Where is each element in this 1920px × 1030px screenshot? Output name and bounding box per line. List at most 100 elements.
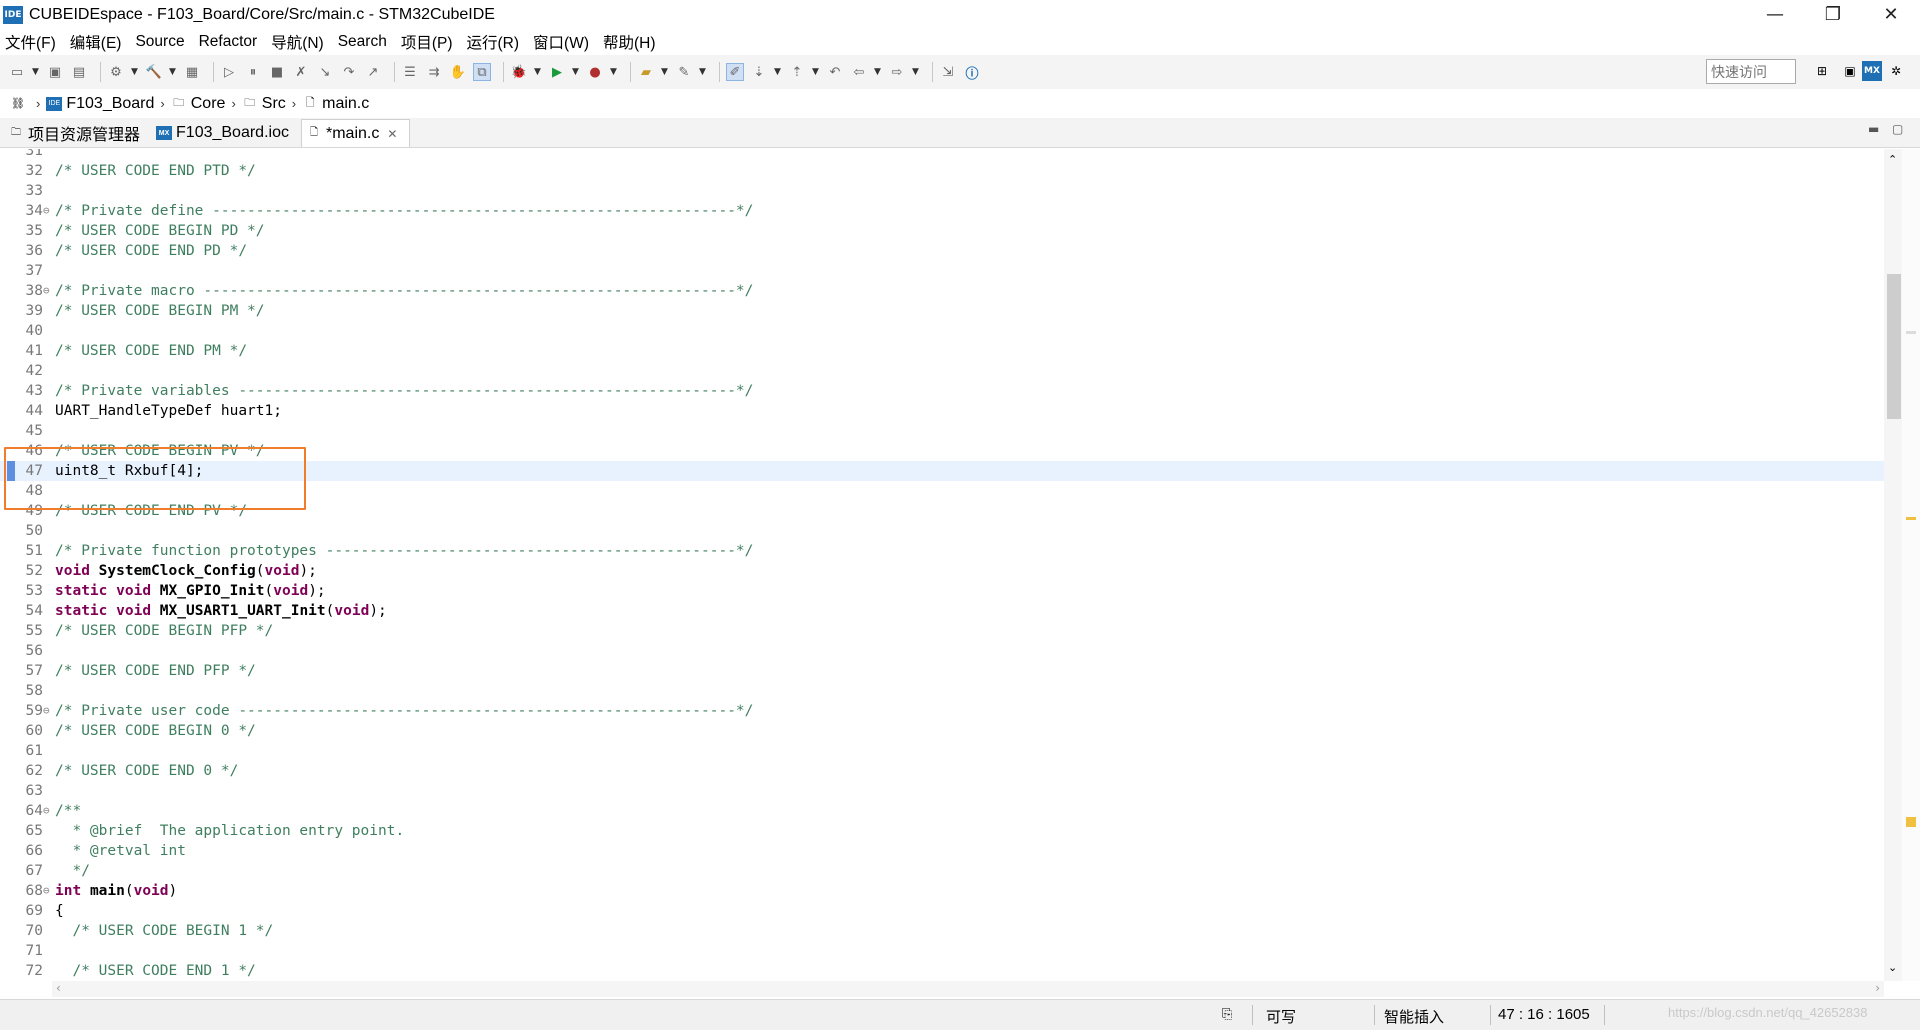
code-editor[interactable]: 31 32/* USER CODE END PTD */33 34 ⊖/* Priva… — [0, 149, 1884, 981]
menu-edit[interactable]: 编辑(E) — [70, 31, 122, 53]
toggle-mark-icon[interactable]: ⧉ — [473, 63, 491, 81]
code-line[interactable]: 63 — [0, 781, 1884, 801]
code-line[interactable]: 34 ⊖/* Private define -------------------… — [0, 201, 1884, 221]
disconnect-icon[interactable]: ✗ — [292, 63, 310, 81]
debug-perspective-icon[interactable]: ✲ — [1886, 61, 1906, 81]
open-folder-icon[interactable]: ▰ — [637, 63, 655, 81]
restore-button[interactable]: ❐ — [1804, 0, 1862, 29]
menu-file[interactable]: 文件(F) — [5, 31, 56, 53]
close-icon[interactable]: ✕ — [387, 127, 397, 141]
code-line[interactable]: 55 /* USER CODE BEGIN PFP */ — [0, 621, 1884, 641]
chevron-down-icon[interactable]: ▼ — [661, 67, 669, 77]
terminate-icon[interactable]: ■ — [268, 63, 286, 81]
fold-toggle-icon[interactable]: ⊖ — [43, 201, 54, 221]
code-line[interactable]: 56 — [0, 641, 1884, 661]
close-button[interactable]: ✕ — [1862, 0, 1920, 29]
code-line[interactable]: 33 — [0, 181, 1884, 201]
hand-icon[interactable]: ✋ — [449, 63, 467, 81]
chevron-down-icon[interactable]: ▼ — [131, 67, 139, 77]
chevron-down-icon[interactable]: ▼ — [874, 67, 882, 77]
chevron-left-icon[interactable]: ‹ — [56, 981, 61, 995]
chevron-down-icon[interactable]: ▼ — [912, 67, 920, 77]
menu-source[interactable]: Source — [135, 33, 184, 51]
chevron-right-icon[interactable]: › — [1875, 981, 1880, 995]
highlight-icon[interactable]: ✐ — [726, 63, 744, 81]
code-line[interactable]: 36 /* USER CODE END PD */ — [0, 241, 1884, 261]
suspend-icon[interactable]: ⏸ — [244, 63, 262, 81]
code-line[interactable]: 45 — [0, 421, 1884, 441]
step-return-icon[interactable]: ↗ — [364, 63, 382, 81]
external-tools-icon[interactable]: ● — [586, 63, 604, 81]
code-line[interactable]: 42 — [0, 361, 1884, 381]
breadcrumb-file[interactable]: main.c — [322, 95, 369, 113]
previous-annotation-icon[interactable]: ⇡ — [788, 63, 806, 81]
cpp-perspective-icon[interactable]: ▣ — [1840, 61, 1860, 81]
save-all-icon[interactable]: ▤ — [70, 63, 88, 81]
code-line[interactable]: 72 /* USER CODE END 1 */ — [0, 961, 1884, 981]
fold-toggle-icon[interactable]: ⊖ — [43, 281, 54, 301]
code-line[interactable]: 61 — [0, 741, 1884, 761]
back-icon[interactable]: ⇦ — [850, 63, 868, 81]
step-into-icon[interactable]: ↘ — [316, 63, 334, 81]
code-line[interactable]: 32 /* USER CODE END PTD */ — [0, 161, 1884, 181]
quick-access-input[interactable] — [1706, 59, 1796, 84]
pin-editor-icon[interactable]: ⇲ — [939, 63, 957, 81]
code-line[interactable]: 54 static void MX_USART1_UART_Init(void); — [0, 601, 1884, 621]
tab-ioc[interactable]: MX F103_Board.ioc — [152, 119, 301, 147]
fold-toggle-icon[interactable]: ⊖ — [43, 801, 54, 821]
save-icon[interactable]: ▣ — [46, 63, 64, 81]
navigate-icon[interactable]: ⛓ — [10, 97, 26, 111]
code-line[interactable]: 62 /* USER CODE END 0 */ — [0, 761, 1884, 781]
chevron-down-icon[interactable]: ▼ — [812, 67, 820, 77]
code-line[interactable]: 58 — [0, 681, 1884, 701]
tab-main-c[interactable]: 🗋 *main.c ✕ — [300, 119, 411, 147]
chevron-down-icon[interactable]: ▼ — [169, 67, 177, 77]
code-line[interactable]: 59 ⊖/* Private user code ----------------… — [0, 701, 1884, 721]
vertical-scrollbar[interactable]: ⌃ ⌄ — [1884, 149, 1902, 981]
horizontal-scrollbar[interactable]: ‹ › — [52, 981, 1884, 997]
code-line[interactable]: 69 { — [0, 901, 1884, 921]
code-line[interactable]: 38 ⊖/* Private macro --------------------… — [0, 281, 1884, 301]
maximize-view-icon[interactable]: ▢ — [1892, 122, 1903, 136]
debug-icon[interactable]: 🐞 — [510, 63, 528, 81]
code-line[interactable]: 44 UART_HandleTypeDef huart1; — [0, 401, 1884, 421]
overview-marker[interactable] — [1906, 331, 1916, 334]
code-line[interactable]: 31 — [0, 149, 1884, 161]
mx-perspective-icon[interactable]: MX — [1862, 61, 1882, 81]
resume-icon[interactable]: ▷ — [220, 63, 238, 81]
code-line[interactable]: 53 static void MX_GPIO_Init(void); — [0, 581, 1884, 601]
info-icon[interactable]: ⓘ — [963, 63, 981, 82]
chevron-down-icon[interactable]: ▼ — [534, 67, 542, 77]
run-icon[interactable]: ▶ — [548, 63, 566, 81]
code-line[interactable]: 43 /* Private variables -----------------… — [0, 381, 1884, 401]
menu-help[interactable]: 帮助(H) — [603, 31, 656, 53]
code-line[interactable]: 57 /* USER CODE END PFP */ — [0, 661, 1884, 681]
forward-icon[interactable]: ⇨ — [888, 63, 906, 81]
next-annotation-icon[interactable]: ⇣ — [750, 63, 768, 81]
fold-toggle-icon[interactable]: ⊖ — [43, 881, 54, 901]
code-line[interactable]: 51 /* Private function prototypes -------… — [0, 541, 1884, 561]
code-line[interactable]: 35 /* USER CODE BEGIN PD */ — [0, 221, 1884, 241]
code-line[interactable]: 50 — [0, 521, 1884, 541]
use-step-filters-icon[interactable]: ⇉ — [425, 63, 443, 81]
last-edit-icon[interactable]: ↶ — [826, 63, 844, 81]
breadcrumb-core[interactable]: Core — [191, 95, 226, 113]
breadcrumb-src[interactable]: Src — [262, 95, 286, 113]
instruction-step-icon[interactable]: ☰ — [401, 63, 419, 81]
code-line[interactable]: 41 /* USER CODE END PM */ — [0, 341, 1884, 361]
breadcrumb-project[interactable]: F103_Board — [66, 95, 154, 113]
menu-project[interactable]: 项目(P) — [401, 31, 453, 53]
menu-run[interactable]: 运行(R) — [467, 31, 520, 53]
pen-icon[interactable]: ✎ — [675, 63, 693, 81]
cursor-position[interactable]: 47 : 16 : 1605 — [1498, 1006, 1590, 1023]
code-line[interactable]: 66 * @retval int — [0, 841, 1884, 861]
scrollbar-thumb[interactable] — [1887, 274, 1901, 419]
code-line[interactable]: 67 */ — [0, 861, 1884, 881]
chevron-down-icon[interactable]: ⌄ — [1888, 961, 1897, 974]
overview-marker[interactable] — [1906, 817, 1916, 827]
pending-changes-icon[interactable]: ⎘ — [1222, 1006, 1232, 1022]
minimize-button[interactable]: — — [1746, 0, 1804, 29]
step-over-icon[interactable]: ↷ — [340, 63, 358, 81]
code-line[interactable]: 60 /* USER CODE BEGIN 0 */ — [0, 721, 1884, 741]
menu-navigate[interactable]: 导航(N) — [271, 31, 324, 53]
